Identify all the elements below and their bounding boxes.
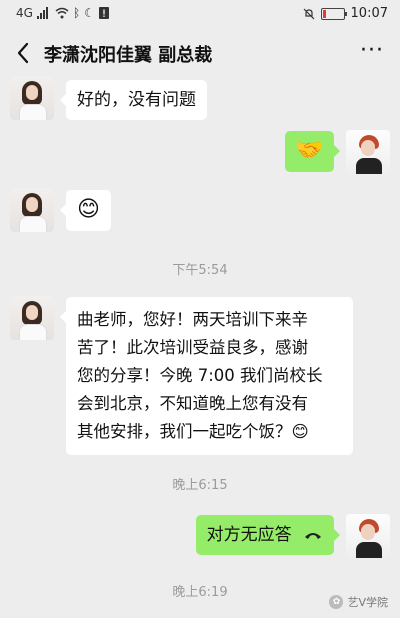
message-text-line: 您的分享！今晚 7:00 我们尚校长 — [77, 366, 323, 385]
watermark: ✿ 艺V学院 — [329, 594, 388, 610]
bluetooth-icon: ᛒ — [72, 6, 81, 20]
call-record-bubble[interactable]: 对方无应答 — [195, 515, 341, 555]
wifi-icon — [55, 7, 69, 19]
phone-hangup-icon — [305, 533, 321, 539]
my-avatar[interactable] — [346, 130, 390, 174]
watermark-logo-icon: ✿ — [329, 595, 344, 609]
message-bubble-incoming[interactable]: 曲老师，您好！两天培训下来辛 苦了！此次培训受益良多，感谢 您的分享！今晚 7:… — [60, 297, 353, 455]
call-status-text: 对方无应答 — [206, 525, 292, 545]
message-bubble-incoming[interactable]: 好的，没有问题 — [60, 80, 207, 120]
contact-avatar[interactable] — [10, 76, 54, 120]
chat-messages[interactable]: 好的，没有问题 🤝 😊 下午5:54 曲老师，您好！两天培训下来辛 苦了！此次培… — [0, 76, 400, 618]
smile-emoji: 😊 — [77, 197, 100, 222]
mute-bell-icon — [303, 8, 314, 19]
message-timestamp: 下午5:54 — [172, 263, 228, 278]
more-dots-icon[interactable]: ··· — [360, 40, 384, 62]
network-label: 4G — [16, 6, 33, 20]
message-timestamp: 晚上6:15 — [172, 478, 228, 493]
message-text-line: 曲老师，您好！两天培训下来辛 — [77, 310, 308, 329]
message-bubble-outgoing[interactable]: 🤝 — [284, 131, 341, 172]
contact-avatar[interactable] — [10, 188, 54, 232]
message-text: 好的，没有问题 — [77, 90, 196, 110]
message-text-line: 苦了！此次培训受益良多，感谢 — [77, 338, 308, 357]
sim-alert-icon — [98, 7, 109, 19]
battery-icon — [320, 7, 347, 20]
signal-icon — [36, 7, 48, 19]
my-avatar[interactable] — [346, 514, 390, 558]
message-text-line: 其他安排，我们一起吃个饭？😊 — [77, 422, 309, 441]
contact-avatar[interactable] — [10, 296, 54, 340]
clock: 10:07 — [350, 6, 388, 21]
chat-header: 李潇沈阳佳翼 副总裁 ··· — [0, 28, 400, 78]
moon-icon: ☾ — [84, 6, 95, 20]
message-text-line: 会到北京，不知道晚上您有没有 — [77, 394, 308, 413]
chevron-left-icon[interactable] — [12, 38, 36, 68]
watermark-text: 艺V学院 — [347, 596, 388, 609]
handshake-emoji: 🤝 — [295, 138, 323, 163]
battery-fill — [322, 9, 327, 18]
chat-title: 李潇沈阳佳翼 副总裁 — [44, 45, 213, 66]
message-bubble-incoming[interactable]: 😊 — [60, 190, 111, 231]
status-bar: 4G ᛒ ☾ 10:07 — [0, 0, 400, 28]
